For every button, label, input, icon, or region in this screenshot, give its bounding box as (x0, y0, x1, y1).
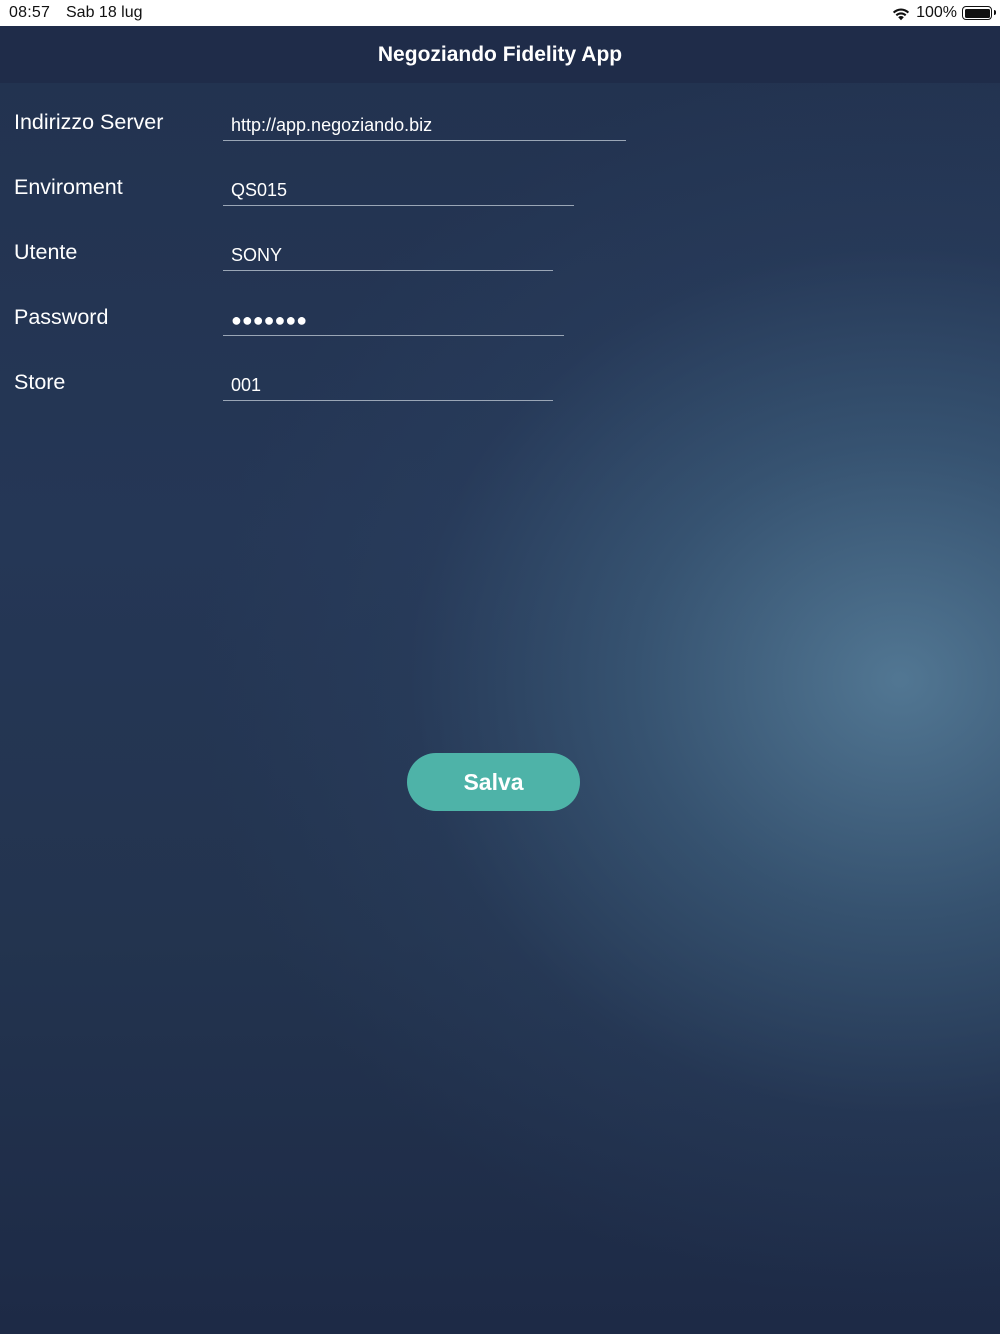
page-title: Negoziando Fidelity App (377, 43, 623, 66)
status-indicators: 100% (891, 3, 996, 23)
status-bar: 08:57 Sab 18 lug 100% (0, 0, 1000, 26)
store-label: Store (14, 370, 66, 394)
save-button[interactable]: Salva (407, 753, 580, 811)
user-row: Utente (0, 213, 1000, 273)
status-date: Sab 18 lug (66, 4, 143, 21)
environment-row: Enviroment (0, 148, 1000, 208)
user-label: Utente (14, 240, 78, 264)
store-input[interactable] (223, 371, 553, 401)
server-label: Indirizzo Server (14, 110, 164, 134)
status-time: 08:57 (9, 4, 51, 21)
battery-icon (962, 6, 996, 20)
battery-tip (993, 10, 996, 15)
server-row: Indirizzo Server (0, 83, 1000, 143)
app-screen: 08:57 Sab 18 lug 100% Negoziando Fidelit… (0, 0, 1000, 1334)
password-label: Password (14, 305, 109, 329)
server-input[interactable] (223, 111, 626, 141)
environment-input[interactable] (223, 176, 574, 206)
password-input[interactable] (223, 306, 564, 336)
navigation-bar: Negoziando Fidelity App (0, 26, 1000, 83)
user-input[interactable] (223, 241, 553, 271)
environment-label: Enviroment (14, 175, 123, 199)
wifi-icon (891, 6, 911, 21)
battery-percentage: 100% (916, 4, 957, 21)
battery-fill (964, 8, 990, 18)
password-row: Password (0, 278, 1000, 338)
store-row: Store (0, 343, 1000, 403)
